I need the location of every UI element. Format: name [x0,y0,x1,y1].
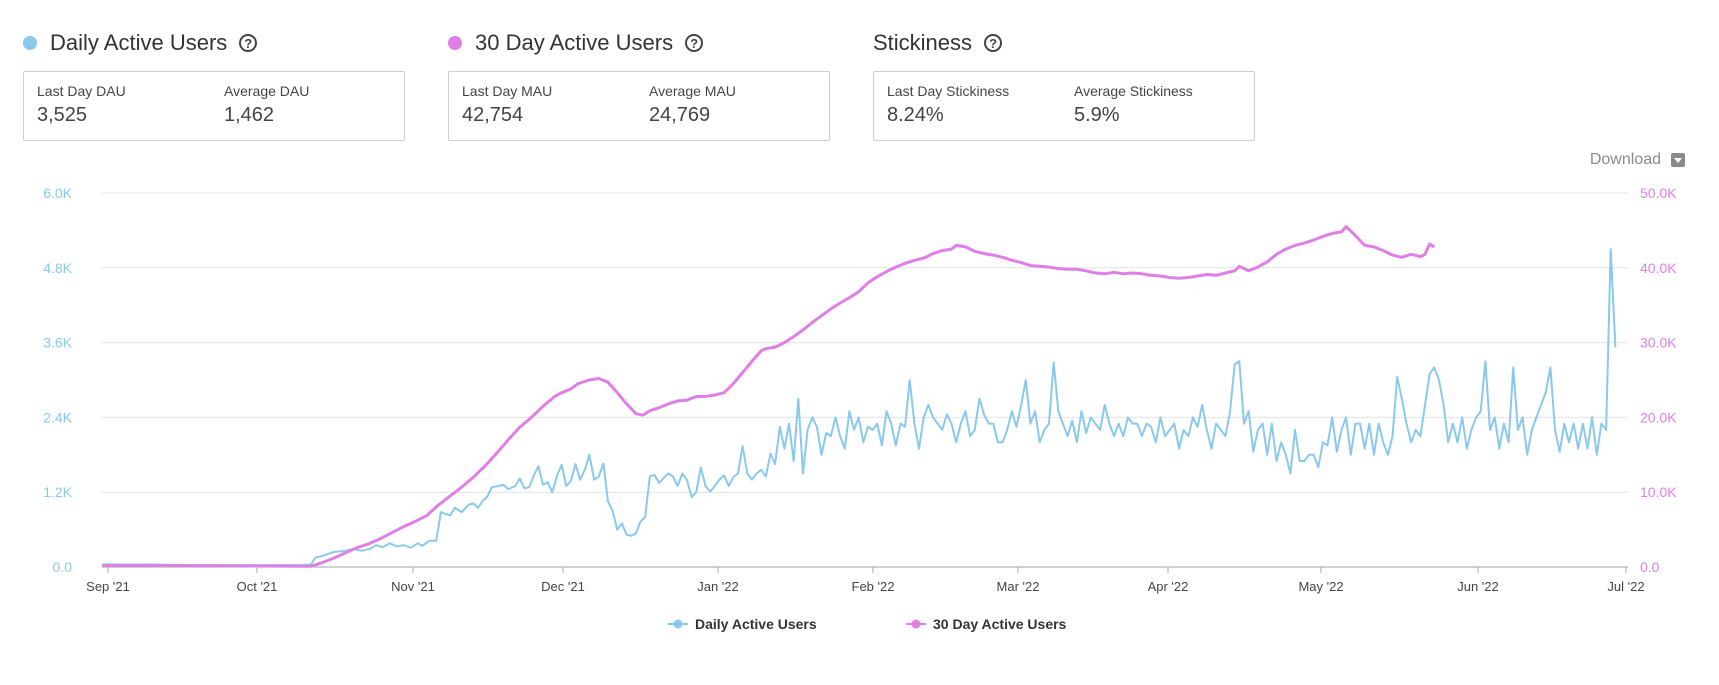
chevron-down-icon[interactable] [1671,153,1685,167]
y-left-tick-label: 1.2K [43,484,72,500]
help-icon[interactable]: ? [984,34,1003,52]
x-tick-label: Nov '21 [391,579,435,594]
x-tick-label: Jan '22 [697,579,739,594]
y-right-tick-label: 10.0K [1640,484,1677,500]
x-tick-label: Feb '22 [852,579,895,594]
stat-last-day-dau: Last Day DAU 3,525 [37,83,126,127]
y-right-tick-label: 40.0K [1640,260,1677,276]
dau-series-line [102,248,1617,567]
download-button[interactable]: Download [1590,151,1685,169]
help-icon[interactable]: ? [685,34,704,52]
stat-value: 5.9% [1074,104,1120,126]
stat-value: 42,754 [462,104,524,126]
y-right-tick-label: 50.0K [1640,185,1677,201]
metric-header-stickiness: Stickiness ? [873,28,1003,58]
stat-average-mau: Average MAU 24,769 [649,83,736,127]
y-right-tick-label: 30.0K [1640,335,1677,351]
stat-label: Last Day Stickiness [887,83,1010,99]
metric-title-mau: 30 Day Active Users [475,30,674,55]
stat-average-stickiness: Average Stickiness 5.9% [1074,83,1193,127]
metric-title-dau: Daily Active Users [50,30,228,55]
download-label: Download [1589,151,1661,168]
metric-header-mau: 30 Day Active Users ? [448,28,704,58]
stat-label: Last Day MAU [462,83,553,99]
y-right-tick-label: 0.0 [1640,559,1660,575]
stat-label: Average MAU [649,83,736,99]
stat-last-day-mau: Last Day MAU 42,754 [462,83,552,127]
x-tick-label: Apr '22 [1148,579,1189,594]
metric-card-mau: Last Day MAU 42,754 Average MAU 24,769 [448,71,830,141]
y-left-tick-label: 2.4K [43,409,72,425]
stat-value: 1,462 [224,104,275,126]
legend-label-mau: 30 Day Active Users [933,616,1067,632]
metric-card-stickiness: Last Day Stickiness 8.24% Average Sticki… [873,71,1255,141]
x-tick-label: May '22 [1298,579,1343,594]
y-left-tick-label: 0.0 [53,559,73,575]
x-tick-label: Sep '21 [86,579,130,594]
help-icon[interactable]: ? [239,34,258,52]
x-tick-label: Jul '22 [1607,579,1644,594]
y-left-tick-label: 3.6K [43,335,72,351]
mau-series-line [102,225,1436,568]
stat-label: Average Stickiness [1074,83,1193,99]
x-tick-label: Dec '21 [541,579,585,594]
y-right-tick-label: 20.0K [1640,409,1677,425]
stat-label: Average DAU [224,83,310,99]
x-tick-label: Oct '21 [237,579,278,594]
x-tick-label: Jun '22 [1457,579,1499,594]
stat-average-dau: Average DAU 1,462 [224,83,309,127]
stat-value: 8.24% [887,104,944,126]
stat-label: Last Day DAU [37,83,126,99]
legend-marker [911,619,921,629]
mau-legend-dot [448,36,462,50]
y-left-tick-label: 6.0K [43,185,72,201]
legend-marker [673,619,683,629]
stat-last-day-stickiness: Last Day Stickiness 8.24% [887,83,1009,127]
metric-title-stickiness: Stickiness [873,30,973,55]
stat-value: 24,769 [649,104,711,126]
metric-header-dau: Daily Active Users ? [23,28,258,58]
y-left-tick-label: 4.8K [43,260,72,276]
x-tick-label: Mar '22 [997,579,1040,594]
legend-label-dau: Daily Active Users [695,616,817,632]
stat-value: 3,525 [37,104,88,126]
dau-legend-dot [23,36,37,50]
metric-card-dau: Last Day DAU 3,525 Average DAU 1,462 [23,71,405,141]
